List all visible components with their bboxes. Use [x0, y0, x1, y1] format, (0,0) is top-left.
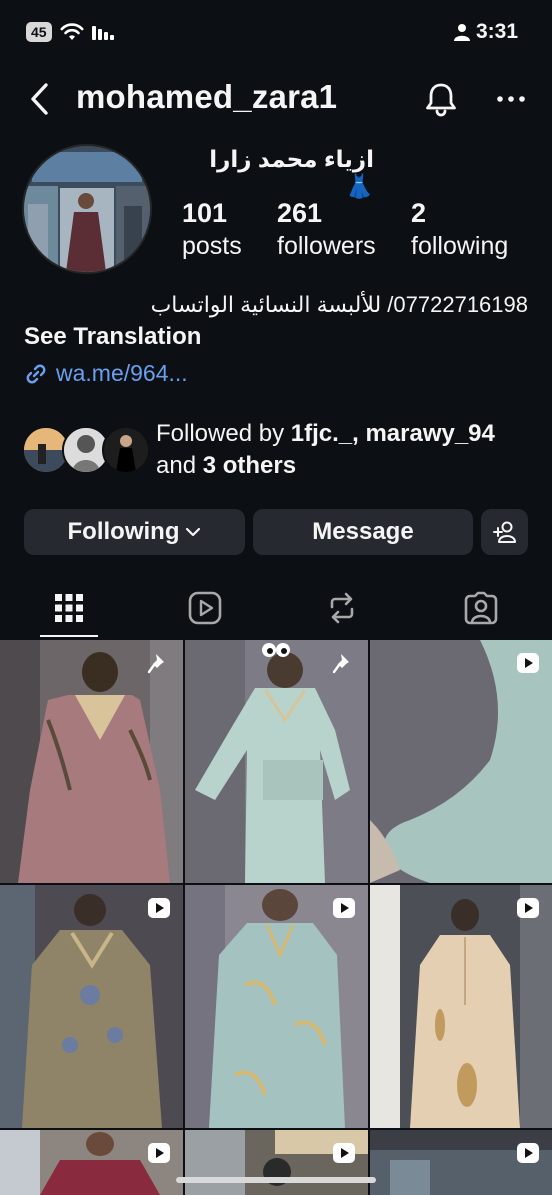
profile-display-name: ازياء محمد زارا 👗 — [209, 146, 374, 199]
reel-icon — [148, 1143, 170, 1163]
profile-link[interactable]: wa.me/964... — [24, 360, 188, 387]
notification-bell-icon[interactable] — [422, 80, 460, 118]
reels-play-icon — [188, 591, 222, 625]
repost-icon — [330, 592, 354, 624]
followed-by-others[interactable]: 3 others — [203, 452, 296, 479]
post-thumbnail[interactable] — [0, 640, 183, 883]
post-thumbnail[interactable] — [0, 885, 183, 1128]
person-icon — [453, 24, 470, 41]
followed-by-text: Followed by 1fjc._, marawy_94 and 3 othe… — [156, 418, 546, 482]
reel-icon — [517, 898, 539, 918]
profile-username: mohamed_zara1 — [76, 78, 338, 115]
battery-indicator: 45 — [26, 22, 52, 42]
followed-by-section[interactable]: Followed by 1fjc._, marawy_94 and 3 othe… — [22, 418, 542, 484]
tab-reels[interactable] — [159, 578, 251, 638]
following-button[interactable]: Following — [24, 509, 245, 555]
profile-avatar[interactable] — [22, 144, 152, 274]
message-button-label: Message — [312, 518, 414, 545]
reel-icon — [148, 898, 170, 918]
following-label: following — [411, 232, 509, 260]
reel-icon — [333, 1143, 355, 1163]
following-button-label: Following — [67, 518, 180, 545]
active-tab-indicator — [40, 635, 98, 637]
followed-by-and: and — [156, 452, 203, 479]
clock: 3:31 — [475, 20, 518, 43]
post-thumbnail[interactable] — [185, 885, 368, 1128]
post-thumbnail[interactable] — [0, 1130, 183, 1195]
tagged-person-icon — [464, 591, 498, 625]
post-thumbnail[interactable] — [370, 885, 552, 1128]
home-indicator[interactable] — [176, 1177, 376, 1183]
followed-by-names[interactable]: 1fjc._, marawy_94 — [291, 420, 495, 447]
profile-link-text: wa.me/964... — [56, 360, 188, 386]
back-chevron-icon[interactable] — [26, 80, 54, 118]
wifi-icon — [60, 23, 84, 40]
followers-count: 261 — [277, 198, 323, 228]
grid-icon — [55, 594, 83, 622]
followed-by-prefix: Followed by — [156, 420, 291, 447]
mutual-avatar — [102, 426, 150, 474]
post-thumbnail[interactable] — [370, 640, 552, 883]
profile-bio: 07722716198/ للألبسة النسائية الواتساب — [24, 290, 528, 320]
post-thumbnail[interactable] — [185, 1130, 368, 1195]
posts-stat[interactable]: 101 posts — [182, 196, 242, 262]
tab-tagged[interactable] — [435, 578, 527, 638]
posts-count: 101 — [182, 198, 228, 228]
reel-icon — [517, 653, 539, 673]
status-bar: 45 3:31 — [0, 0, 552, 66]
more-options-icon[interactable] — [494, 84, 528, 114]
see-translation-link[interactable]: See Translation — [24, 323, 201, 351]
followers-stat[interactable]: 261 followers — [277, 196, 376, 262]
post-thumbnail[interactable] — [185, 640, 368, 883]
posts-grid — [0, 640, 552, 1195]
reel-icon — [517, 1143, 539, 1163]
pinned-icon — [147, 654, 164, 674]
pinned-icon — [332, 654, 349, 674]
profile-nav-bar: mohamed_zara1 — [0, 70, 552, 128]
post-thumbnail[interactable] — [370, 1130, 552, 1195]
tab-posts-grid[interactable] — [23, 578, 115, 638]
posts-label: posts — [182, 232, 242, 260]
signal-icon — [91, 26, 114, 40]
bio-text: 07722716198/ للألبسة النسائية الواتساب — [150, 292, 528, 317]
following-count: 2 — [411, 198, 427, 228]
link-icon — [26, 364, 46, 383]
message-button[interactable]: Message — [253, 509, 473, 555]
tab-reposts[interactable] — [296, 578, 388, 638]
suggested-people-button[interactable] — [481, 509, 528, 555]
mutual-followers-avatars — [22, 426, 150, 474]
profile-tabs — [0, 578, 552, 640]
following-stat[interactable]: 2 following — [411, 196, 508, 262]
add-person-icon — [492, 521, 516, 543]
followers-label: followers — [277, 232, 376, 260]
reel-icon — [333, 898, 355, 918]
chevron-down-icon — [186, 527, 201, 537]
